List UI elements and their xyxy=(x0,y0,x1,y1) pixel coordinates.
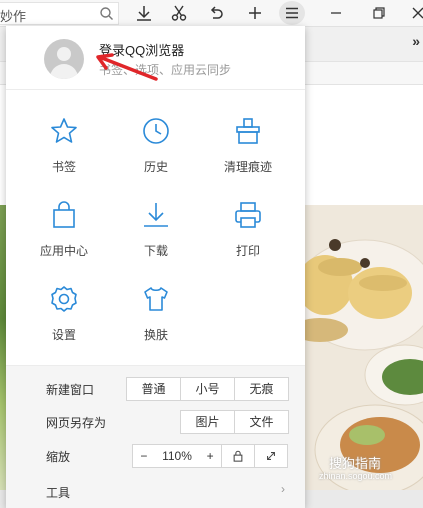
menu-icon[interactable] xyxy=(279,1,305,25)
avatar[interactable] xyxy=(44,39,84,79)
new-window-small-button[interactable]: 小号 xyxy=(181,378,235,400)
grid-label-download: 下载 xyxy=(143,244,168,258)
undo-icon[interactable] xyxy=(205,2,227,24)
grid-label-history: 历史 xyxy=(143,160,168,174)
zoom-value: 110% xyxy=(162,449,192,463)
new-window-label: 新建窗口 xyxy=(46,383,95,397)
grid-item-clean[interactable]: 清理痕迹 xyxy=(198,116,298,196)
new-window-options: 普通 小号 无痕 xyxy=(126,377,289,401)
browser-toolbar: 妙作 xyxy=(0,0,423,27)
grid-item-download[interactable]: 下载 xyxy=(106,200,206,280)
printer-icon xyxy=(233,200,263,230)
zoom-plus-button[interactable]: + xyxy=(207,445,214,467)
login-section[interactable]: 登录QQ浏览器 书签、选项、应用云同步 xyxy=(6,26,305,90)
grid-item-settings[interactable]: 设置 xyxy=(14,284,114,364)
tools-row[interactable]: 工具 › xyxy=(6,480,305,504)
search-icon[interactable] xyxy=(96,3,118,25)
menu-grid: 书签 历史 清理痕迹 应用中心 下载 打印 设置 换肤 xyxy=(6,90,305,365)
new-window-normal-button[interactable]: 普通 xyxy=(127,378,181,400)
zoom-minus-button[interactable]: − xyxy=(140,445,147,467)
chevron-right-icon: › xyxy=(281,482,285,496)
grid-label-clean: 清理痕迹 xyxy=(223,160,272,174)
star-icon xyxy=(49,116,79,146)
browser-menu: 登录QQ浏览器 书签、选项、应用云同步 书签 历史 清理痕迹 应用中心 下载 打… xyxy=(6,26,305,508)
download-icon xyxy=(141,200,171,230)
watermark-text: 搜狗指南 xyxy=(329,456,382,471)
close-icon[interactable] xyxy=(407,2,423,24)
new-window-incognito-button[interactable]: 无痕 xyxy=(235,378,288,400)
zoom-label: 缩放 xyxy=(46,450,71,464)
grid-label-bookmarks: 书签 xyxy=(51,160,76,174)
restore-icon[interactable] xyxy=(368,2,390,24)
save-as-label: 网页另存为 xyxy=(46,416,107,430)
shirt-icon xyxy=(141,284,171,314)
fullscreen-icon[interactable] xyxy=(255,445,287,467)
tools-label: 工具 xyxy=(46,486,71,500)
plus-icon[interactable] xyxy=(244,2,266,24)
zoom-controls: − 110% + xyxy=(132,444,288,468)
grid-label-settings: 设置 xyxy=(51,328,76,342)
download-icon[interactable] xyxy=(133,2,155,24)
save-as-row: 网页另存为 图片 文件 xyxy=(6,410,305,434)
scissors-icon[interactable] xyxy=(168,2,190,24)
grid-label-app-center: 应用中心 xyxy=(39,244,88,258)
grid-item-print[interactable]: 打印 xyxy=(198,200,298,280)
red-arrow-annotation xyxy=(96,53,158,81)
zoom-row: 缩放 − 110% + xyxy=(6,444,305,468)
zoom-stepper: − 110% + xyxy=(133,445,222,467)
search-text: 妙作 xyxy=(0,9,27,24)
save-as-image-button[interactable]: 图片 xyxy=(181,411,235,433)
grid-label-print: 打印 xyxy=(235,244,260,258)
save-as-file-button[interactable]: 文件 xyxy=(235,411,288,433)
grid-item-history[interactable]: 历史 xyxy=(106,116,206,196)
grid-item-bookmarks[interactable]: 书签 xyxy=(14,116,114,196)
grid-item-skin[interactable]: 换肤 xyxy=(106,284,206,364)
save-as-options: 图片 文件 xyxy=(180,410,289,434)
tab-scroll-button[interactable]: » xyxy=(412,33,420,49)
menu-bottom-section: 新建窗口 普通 小号 无痕 网页另存为 图片 文件 缩放 − 110% + 工具… xyxy=(6,365,305,508)
lock-icon[interactable] xyxy=(222,445,255,467)
minimize-icon[interactable] xyxy=(325,2,347,24)
new-window-row: 新建窗口 普通 小号 无痕 xyxy=(6,377,305,401)
food-photo: 搜狗指南 zhinan.sogou.com xyxy=(305,205,423,490)
search-box[interactable]: 妙作 xyxy=(0,2,119,25)
bag-icon xyxy=(49,200,79,230)
watermark-url: zhinan.sogou.com xyxy=(319,471,393,481)
gear-icon xyxy=(49,284,79,314)
grid-label-skin: 换肤 xyxy=(143,328,168,342)
grid-item-app-center[interactable]: 应用中心 xyxy=(14,200,114,280)
clean-icon xyxy=(233,116,263,146)
clock-icon xyxy=(141,116,171,146)
